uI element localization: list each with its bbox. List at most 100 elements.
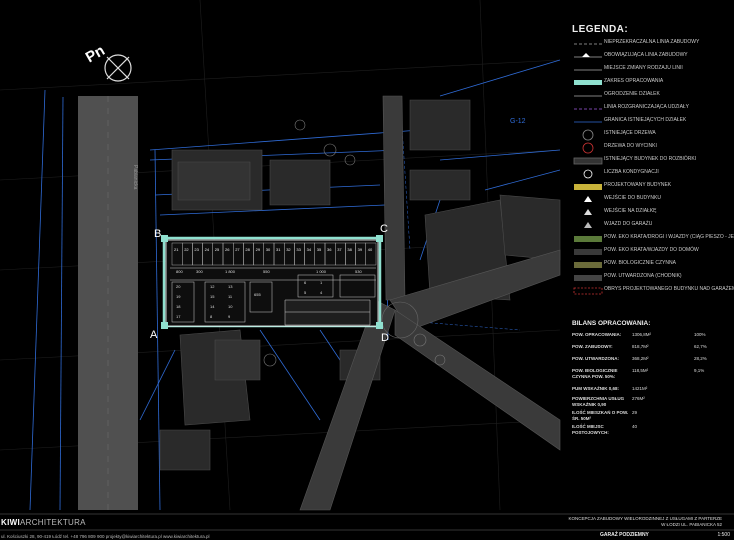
svg-text:550: 550 (263, 269, 270, 274)
parking-spot-number: 40 (368, 247, 373, 252)
parking-spot-number: 35 (317, 247, 322, 252)
bilans-title: BILANS OPRACOWANIA: (572, 320, 651, 327)
project-line-2: W ŁODZI UL. PABIANICKA 52 (661, 522, 722, 527)
north-label: Pn (83, 42, 108, 66)
svg-text:17: 17 (176, 314, 181, 319)
parking-spot-number: 23 (194, 247, 199, 252)
bilans-label: ILOŚĆ MIESZKAŃ O POW. ŚR. 50M² (572, 410, 629, 421)
project-title: KONCEPCJA ZABUDOWY WIELORODZINNEJ Z USŁU… (568, 516, 722, 528)
purple-line-icon (574, 105, 602, 111)
parking-spot-number: 34 (307, 247, 312, 252)
svg-text:13: 13 (228, 284, 233, 289)
legend-item-label: OGRODZENIE DZIAŁEK (604, 91, 660, 97)
svg-text:20: 20 (176, 284, 181, 289)
legend-item-label: NIEPRZEKRACZALNA LINIA ZABUDOWY (604, 39, 700, 45)
tree-icon (574, 131, 602, 137)
svg-text:15: 15 (210, 294, 215, 299)
legend-item-label: OBOWIĄZUJĄCA LINIA ZABUDOWY (604, 52, 688, 58)
bilans-value: 40 (632, 424, 638, 429)
triangle-line-icon (574, 53, 602, 59)
legend-item-label: WEJŚCIE DO BUDYNKU (604, 195, 661, 201)
bilans-value: 368,2m² (632, 356, 649, 361)
svg-text:12: 12 (210, 284, 215, 289)
paved-icon (574, 274, 602, 280)
svg-text:655: 655 (254, 292, 261, 297)
legend-item: MIEJSCE ZMIANY RODZAJU LINII (574, 62, 734, 75)
svg-text:1 800: 1 800 (225, 269, 236, 274)
parking-row-top: 21 22 23 24 25 26 27 28 29 30 31 32 33 34 35 36 37 38 39 40 (171, 242, 377, 266)
parking-spot-number: 33 (296, 247, 301, 252)
road-label: G-12 (510, 118, 526, 125)
legend-item: LINIA ROZGRANICZAJĄCA UDZIAŁY (574, 101, 734, 114)
bilans-value: 1306,8m² (632, 332, 652, 337)
legend-item: LICZBA KONDYGNACJI (574, 166, 734, 179)
garage-entry-icon (574, 222, 602, 228)
legend-item: NIEPRZEKRACZALNA LINIA ZABUDOWY (574, 36, 734, 49)
blue-line-icon (574, 118, 602, 124)
svg-text:300: 300 (196, 269, 203, 274)
tree-cut-icon (574, 144, 602, 150)
logo-architektura: ARCHITEKTURA (19, 518, 86, 527)
parking-spot-number: 29 (256, 247, 261, 252)
bilans-label: POW. UTWARDZONA: (572, 356, 619, 361)
sheet-name: GARAŻ PODZIEMNY (600, 532, 649, 538)
legend-item: PROJEKTOWANY BUDYNEK (574, 179, 734, 192)
legend-item: WEJŚCIE NA DZIAŁKĘ (574, 205, 734, 218)
parking-spot-number: 37 (337, 247, 342, 252)
legend-item-label: ISTNIEJĄCE DRZEWA (604, 130, 656, 136)
parking-spot-number: 24 (205, 247, 210, 252)
eco-grid-icon (574, 235, 602, 241)
legend-item-label: ISTNIEJĄCY BUDYNEK DO ROZBIÓRKI (604, 156, 697, 162)
legend-item-label: ZAKRES OPRACOWANIA (604, 78, 664, 84)
eco-drive-icon (574, 248, 602, 254)
parking-spot-number: 25 (215, 247, 220, 252)
legend-item-label: MIEJSCE ZMIANY RODZAJU LINII (604, 65, 683, 71)
legend-item-label: POW. BIOLOGICZNIE CZYNNA (604, 260, 676, 266)
legend-item-label: WJAZD DO GARAŻU (604, 221, 653, 227)
parking-spot-number: 22 (184, 247, 189, 252)
legend-item: DRZEWA DO WYCINKI (574, 140, 734, 153)
legend-item: ISTNIEJĄCE DRZEWA (574, 127, 734, 140)
legend-item: POW. EKO KRATA/DROGI I WJAZDY (CIĄG PIES… (574, 231, 734, 244)
corner-label-d: D (381, 332, 389, 344)
svg-text:10: 10 (228, 304, 233, 309)
plot-entry-icon (574, 209, 602, 215)
demolish-icon (574, 157, 602, 163)
outline-icon (574, 287, 602, 293)
legend-item-label: PROJEKTOWANY BUDYNEK (604, 182, 672, 188)
parking-spot-number: 27 (235, 247, 240, 252)
bilans-percent: 100% (694, 332, 706, 337)
legend-item: OBOWIĄZUJĄCA LINIA ZABUDOWY (574, 49, 734, 62)
parking-spot-number: 28 (245, 247, 250, 252)
legend-item: POW. EKO KRATA/WJAZDY DO DOMÓW (574, 244, 734, 257)
corner-label-a: A (150, 329, 158, 341)
svg-text:14: 14 (210, 304, 215, 309)
legend-item: WJAZD DO GARAŻU (574, 218, 734, 231)
parking-spot-number: 36 (327, 247, 332, 252)
legend-item: ZAKRES OPRACOWANIA (574, 75, 734, 88)
parking-spot-number: 26 (225, 247, 230, 252)
legend-item-label: GRANICA ISTNIEJĄCYCH DZIAŁEK (604, 117, 687, 123)
bilans-label: POW. ZABUDOWY: (572, 344, 613, 349)
svg-text:1 000: 1 000 (316, 269, 327, 274)
scale-label: 1:500 (717, 532, 730, 538)
svg-text:19: 19 (176, 294, 181, 299)
legend-item: WEJŚCIE DO BUDYNKU (574, 192, 734, 205)
legend-item: POW. BIOLOGICZNIE CZYNNA (574, 257, 734, 270)
parking-spot-number: 31 (276, 247, 281, 252)
legend-list: NIEPRZEKRACZALNA LINIA ZABUDOWY OBOWIĄZUJ… (574, 36, 734, 296)
corner-label-b: B (154, 228, 161, 240)
corner-label-c: C (380, 223, 388, 235)
logo-kiwi: KIWI (1, 518, 20, 527)
parking-spot-number: 32 (286, 247, 291, 252)
north-arrow-icon (104, 54, 132, 82)
legend-item: POW. UTWARDZONA (CHODNIK) (574, 270, 734, 283)
legend-item: GRANICA ISTNIEJĄCYCH DZIAŁEK (574, 114, 734, 127)
parking-spot-number: 39 (358, 247, 363, 252)
legend-item-label: POW. EKO KRATA/DROGI I WJAZDY (CIĄG PIES… (604, 234, 734, 240)
bilans-value: 1421m² (632, 386, 648, 391)
legend-item-label: POW. UTWARDZONA (CHODNIK) (604, 273, 682, 279)
legend-item-label: POW. EKO KRATA/WJAZDY DO DOMÓW (604, 247, 699, 253)
street-label: Pabianicka (132, 165, 138, 190)
bilans-label: POWIERZCHNIA USŁUG WSKAŹNIK 0,90 (572, 396, 625, 407)
